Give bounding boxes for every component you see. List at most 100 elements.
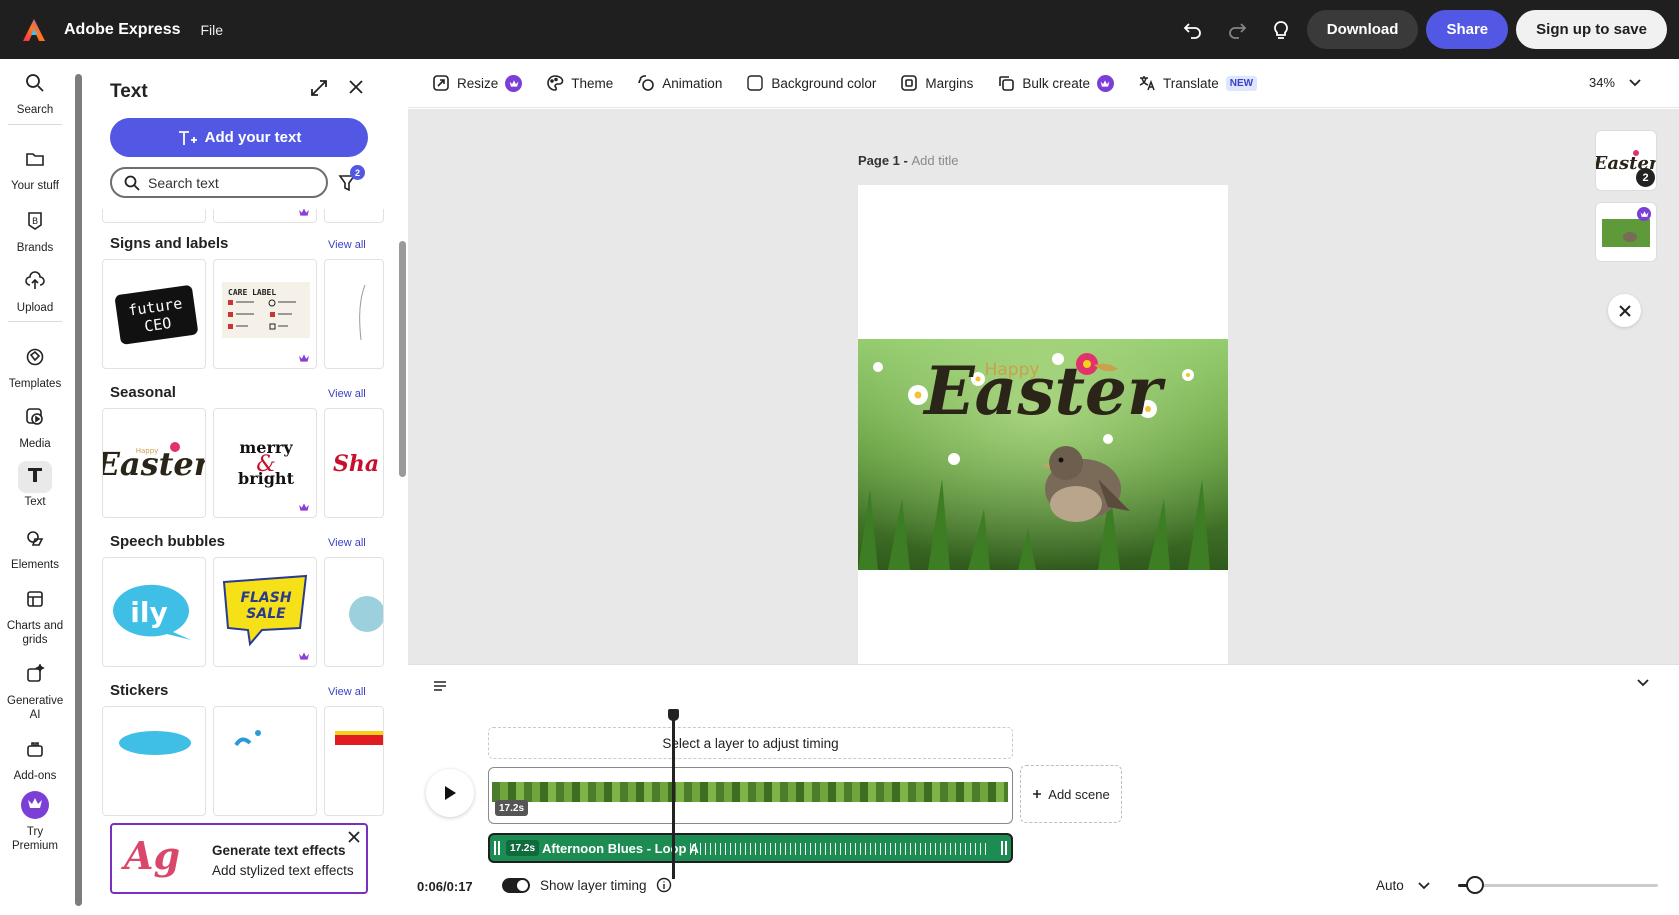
page-thumbnail-1[interactable]: Easter 2	[1593, 130, 1660, 191]
bulk-create-button[interactable]: Bulk create	[997, 74, 1114, 92]
chevron-down-icon[interactable]	[1637, 679, 1649, 687]
rail-item-brands[interactable]: B Brands	[0, 207, 70, 255]
sign-up-button[interactable]: Sign up to save	[1516, 10, 1667, 49]
template-card-merry-bright[interactable]: merry & bright	[213, 408, 317, 518]
svg-text:ily: ily	[130, 596, 167, 629]
search-icon	[124, 175, 140, 191]
filter-button[interactable]: 2	[336, 165, 365, 197]
template-card-care-label[interactable]: CARE LABEL	[213, 259, 317, 369]
template-card[interactable]	[102, 706, 206, 816]
slider-knob[interactable]	[1466, 876, 1484, 894]
search-icon	[26, 73, 44, 92]
play-button[interactable]	[426, 769, 474, 817]
expand-icon[interactable]	[310, 79, 328, 97]
template-card[interactable]	[102, 209, 206, 223]
template-card[interactable]	[324, 706, 384, 816]
download-button[interactable]: Download	[1306, 10, 1419, 49]
rail-item-try-premium[interactable]: Try Premium	[0, 791, 70, 853]
translate-icon	[1139, 76, 1155, 91]
speech-bubble-preview	[349, 596, 383, 632]
generate-text-effects-card[interactable]: Ag Generate text effects Add stylized te…	[110, 823, 368, 894]
template-card[interactable]	[324, 259, 384, 369]
timeline-zoom-slider[interactable]	[1458, 876, 1658, 894]
zoom-dropdown[interactable]: 34%	[1589, 75, 1641, 90]
svg-text:B: B	[32, 217, 38, 227]
margins-button[interactable]: Margins	[900, 74, 973, 92]
rail-scrollbar[interactable]	[73, 60, 83, 915]
close-icon[interactable]	[348, 831, 360, 843]
audio-trim-handle-left[interactable]	[492, 838, 502, 858]
resize-icon	[433, 75, 449, 91]
rail-label: Add-ons	[13, 770, 57, 782]
audio-title: Afternoon Blues - Loop A	[542, 841, 699, 856]
template-card-sha[interactable]: Sha	[324, 408, 384, 518]
rail-item-upload[interactable]: Upload	[0, 267, 70, 315]
show-layer-timing-label: Show layer timing	[540, 878, 647, 893]
adobe-express-logo[interactable]	[22, 18, 46, 42]
rail-item-templates[interactable]: Templates	[0, 343, 70, 391]
rail-item-charts-and-grids[interactable]: Charts and grids	[0, 585, 70, 647]
template-card[interactable]	[324, 557, 384, 667]
share-button[interactable]: Share	[1426, 10, 1509, 49]
search-text-input[interactable]: Search text	[110, 167, 328, 198]
theme-button[interactable]: Theme	[546, 74, 613, 92]
rail-item-search[interactable]: Search	[0, 69, 70, 117]
rail-item-add-ons[interactable]: Add-ons	[0, 735, 70, 783]
animation-button[interactable]: Animation	[637, 74, 722, 92]
view-all-link[interactable]: View all	[328, 239, 366, 251]
template-card-flash-sale[interactable]: FLASH SALE	[213, 557, 317, 667]
translate-button[interactable]: Translate NEW	[1138, 74, 1258, 92]
template-card[interactable]	[324, 209, 384, 223]
rail-item-text[interactable]: Text	[0, 461, 70, 509]
audio-trim-handle-right[interactable]	[999, 838, 1009, 858]
rail-item-generative-ai[interactable]: Generative AI	[0, 660, 70, 722]
svg-text:bright: bright	[238, 469, 295, 488]
scene-duration-badge: 17.2s	[495, 800, 529, 816]
template-card[interactable]	[213, 209, 317, 223]
media-icon	[26, 407, 43, 425]
template-card[interactable]	[213, 706, 317, 816]
template-card-easter[interactable]: Happy Easter	[102, 408, 206, 518]
app-title: Adobe Express	[64, 20, 181, 38]
timeline-zoom-select[interactable]: Auto	[1376, 878, 1430, 893]
rail-item-your-stuff[interactable]: Your stuff	[0, 145, 70, 193]
undo-icon[interactable]	[1175, 12, 1211, 48]
view-all-link[interactable]: View all	[328, 686, 366, 698]
add-title-field[interactable]: Add title	[911, 153, 958, 168]
canvas-area: Page 1 - Add title Happy Easter Easter 2	[408, 109, 1679, 664]
timeline-menu-icon[interactable]	[432, 679, 448, 693]
lightbulb-icon[interactable]	[1263, 12, 1299, 48]
rail-item-media[interactable]: Media	[0, 403, 70, 451]
resize-button[interactable]: Resize	[432, 74, 523, 92]
rail-label: Try Premium	[12, 826, 59, 852]
file-menu[interactable]: File	[200, 22, 223, 38]
add-your-text-button[interactable]: Add your text	[110, 118, 368, 157]
design-easter-text[interactable]: Easter	[922, 352, 1166, 430]
top-bar: Adobe Express File Download Share Sign u…	[0, 0, 1679, 59]
zoom-level: 34%	[1588, 75, 1615, 90]
theme-label: Theme	[571, 75, 614, 91]
template-card-future-ceo[interactable]: future CEO	[102, 259, 206, 369]
view-all-link[interactable]: View all	[328, 537, 366, 549]
easter-bird-photo[interactable]: Happy Easter	[858, 339, 1228, 570]
close-pages-button[interactable]	[1608, 294, 1641, 327]
design-page[interactable]: Happy Easter	[858, 185, 1228, 664]
audio-track[interactable]: 17.2s Afternoon Blues - Loop A	[488, 833, 1013, 863]
rail-label: Search	[16, 104, 54, 116]
flash-sale-speech-bubble: FLASH SALE	[222, 574, 308, 647]
page-thumbnail-2[interactable]	[1595, 202, 1657, 262]
view-all-link[interactable]: View all	[328, 388, 366, 400]
redo-icon[interactable]	[1219, 12, 1255, 48]
resize-label: Resize	[457, 75, 499, 91]
video-scene-track[interactable]: 17.2s	[488, 767, 1013, 824]
add-scene-button[interactable]: Add scene	[1020, 765, 1122, 823]
background-color-button[interactable]: Background color	[746, 74, 876, 92]
template-card-ily[interactable]: ily	[102, 557, 206, 667]
page-number: Page 1 -	[858, 153, 912, 168]
rail-item-elements[interactable]: Elements	[0, 524, 70, 572]
close-icon[interactable]	[348, 79, 364, 95]
close-icon	[1618, 304, 1631, 317]
show-layer-timing-toggle[interactable]	[502, 878, 530, 893]
info-icon[interactable]	[656, 877, 672, 893]
playhead[interactable]	[668, 709, 680, 879]
